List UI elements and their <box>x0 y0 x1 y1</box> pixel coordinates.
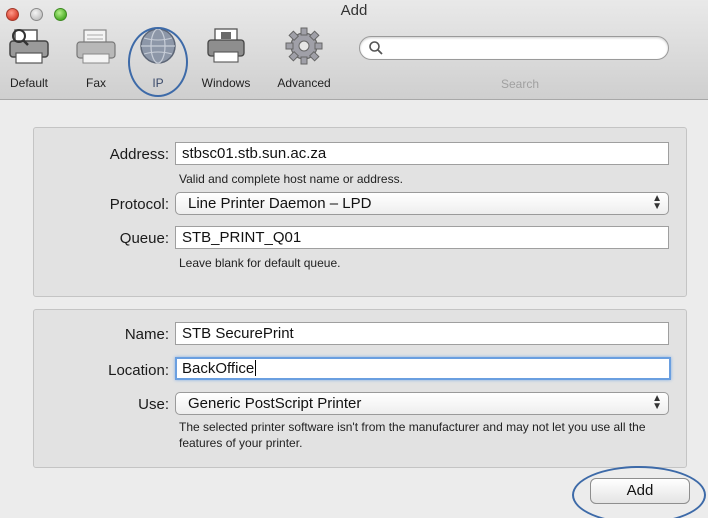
toolbar-item-label: Windows <box>201 76 251 90</box>
use-hint: The selected printer software isn't from… <box>179 420 646 450</box>
protocol-label: Protocol: <box>109 196 169 213</box>
add-printer-window: Add Default Fax IP Windows Advanced Sear… <box>0 0 708 518</box>
queue-field[interactable]: STB_PRINT_Q01 <box>175 226 669 249</box>
queue-label: Queue: <box>119 230 169 247</box>
toolbar-item-windows[interactable]: Windows <box>190 22 262 96</box>
toolbar-item-label: Advanced <box>277 76 331 90</box>
search-icon <box>369 41 383 55</box>
toolbar-item-label: Default <box>9 76 49 90</box>
use-selected-value: Generic PostScript Printer <box>188 395 362 412</box>
protocol-select[interactable]: Line Printer Daemon – LPD ▲ ▼ <box>175 192 669 215</box>
use-label: Use: <box>138 396 169 413</box>
toolbar-item-label: Fax <box>85 76 106 90</box>
connection-panel: Address: stbsc01.stb.sun.ac.za Valid and… <box>33 127 687 297</box>
queue-hint: Leave blank for default queue. <box>179 256 341 270</box>
text-caret <box>255 360 257 376</box>
select-arrows-icon: ▲ ▼ <box>652 193 662 212</box>
search-field[interactable] <box>359 36 669 60</box>
name-field[interactable]: STB SecurePrint <box>175 322 669 345</box>
select-arrows-icon: ▲ ▼ <box>652 393 662 412</box>
protocol-selected-value: Line Printer Daemon – LPD <box>188 195 372 212</box>
name-label: Name: <box>124 326 169 343</box>
address-label: Address: <box>109 146 169 163</box>
fax-icon <box>76 29 116 64</box>
location-value: BackOffice <box>182 360 255 377</box>
default-printer-icon <box>9 29 49 64</box>
window-title: Add <box>340 2 368 19</box>
toolbar-item-fax[interactable]: Fax <box>74 22 118 96</box>
use-select[interactable]: Generic PostScript Printer ▲ ▼ <box>175 392 669 415</box>
address-field[interactable]: stbsc01.stb.sun.ac.za <box>175 142 669 165</box>
address-hint: Valid and complete host name or address. <box>179 172 403 186</box>
windows-printer-icon <box>207 28 245 63</box>
ip-annotation-circle <box>128 27 188 97</box>
printer-details-panel: Name: STB SecurePrint Location: BackOffi… <box>33 309 687 468</box>
location-label: Location: <box>108 362 169 379</box>
toolbar: Add Default Fax IP Windows Advanced Sear… <box>0 0 708 100</box>
search-label: Search <box>500 77 540 91</box>
advanced-gear-icon <box>285 27 323 65</box>
add-annotation-circle <box>572 466 706 518</box>
toolbar-item-default[interactable]: Default <box>0 22 58 96</box>
location-field[interactable]: BackOffice <box>175 357 671 380</box>
toolbar-item-advanced[interactable]: Advanced <box>268 22 340 96</box>
